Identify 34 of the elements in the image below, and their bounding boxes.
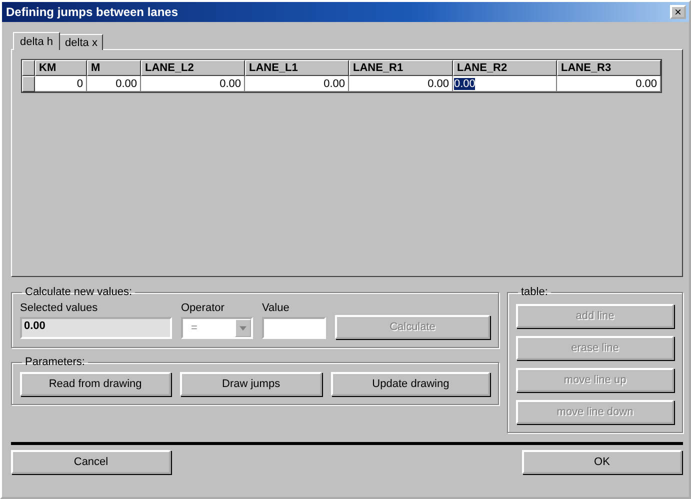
ok-button[interactable]: OK	[522, 450, 682, 474]
value-field[interactable]	[262, 317, 326, 339]
tab[interactable]: delta x	[59, 34, 104, 50]
action-button[interactable]: Update drawing	[331, 372, 490, 396]
table-cell[interactable]: 0.00	[245, 76, 349, 92]
close-button[interactable]: ×	[670, 5, 686, 19]
table-cell[interactable]: 0.00	[141, 76, 245, 92]
selected-values-field[interactable]: 0.00	[20, 317, 172, 339]
field-label: Selected values	[20, 302, 99, 314]
column-header[interactable]: LANE_L2	[141, 60, 245, 76]
table-cell[interactable]: 0	[35, 76, 87, 92]
table-cell[interactable]: 0.00	[87, 76, 141, 92]
group-title: table:	[520, 286, 549, 298]
table-cell[interactable]: 0.00	[453, 76, 557, 92]
field-label: Operator	[181, 302, 226, 314]
column-header[interactable]: LANE_R3	[557, 60, 661, 76]
column-header[interactable]: LANE_R1	[349, 60, 453, 76]
table-cell[interactable]: 0.00	[557, 76, 661, 92]
cancel-button[interactable]: Cancel	[11, 450, 171, 474]
column-header[interactable]: M	[87, 60, 141, 76]
column-header[interactable]: LANE_L1	[245, 60, 349, 76]
action-button[interactable]: Draw jumps	[180, 372, 322, 396]
window-title: Defining jumps between lanes	[6, 5, 178, 19]
tab[interactable]: delta h	[13, 32, 60, 50]
column-header[interactable]: LANE_R2	[453, 60, 557, 76]
action-button[interactable]: Read from drawing	[20, 372, 171, 396]
group-title: Parameters:	[24, 356, 86, 368]
corner-cell	[22, 60, 35, 76]
field-label: Value	[262, 302, 290, 314]
operator-dropdown[interactable]: =	[181, 317, 253, 339]
group-title: Calculate new values:	[24, 286, 134, 298]
column-header[interactable]: KM	[35, 60, 87, 76]
table-cell[interactable]: 0.00	[349, 76, 453, 92]
row-header[interactable]	[22, 76, 35, 92]
